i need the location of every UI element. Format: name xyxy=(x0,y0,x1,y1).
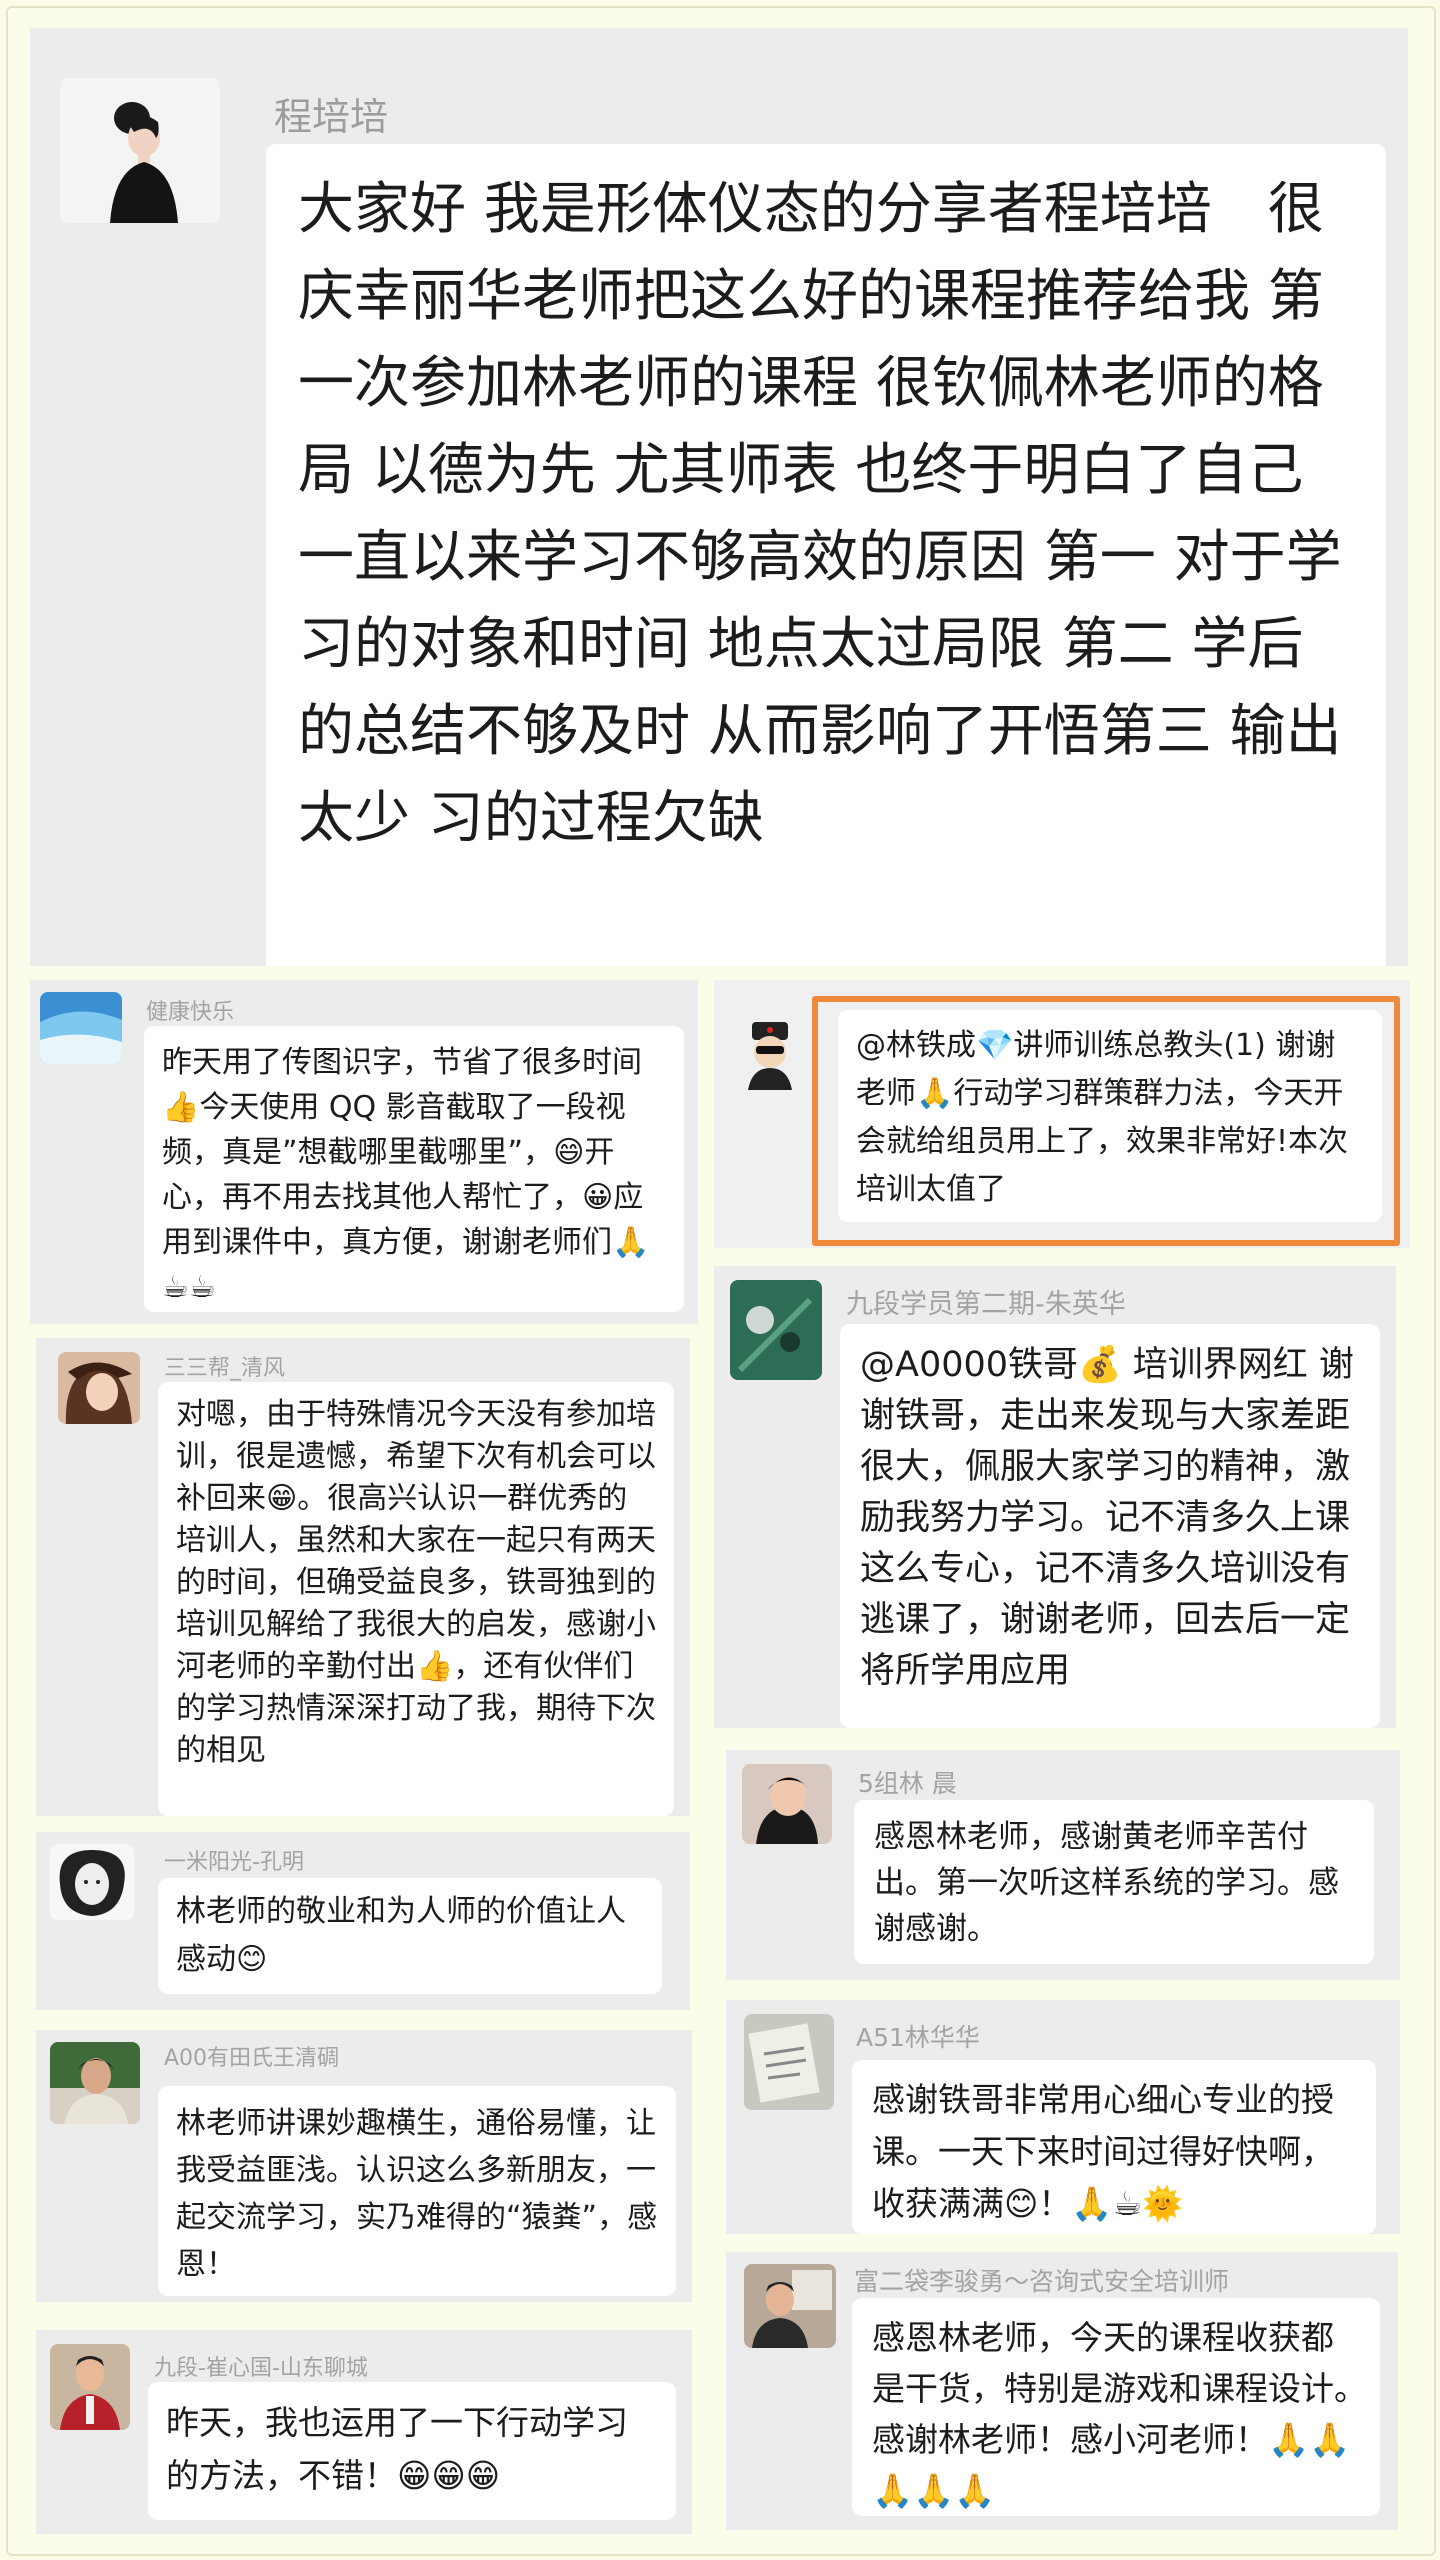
avatar[interactable] xyxy=(40,992,122,1064)
person-avatar-icon xyxy=(50,2344,130,2430)
message-bubble: 对嗯，由于特殊情况今天没有参加培训，很是遗憾，希望下次有机会可以补回来😁。很高兴… xyxy=(158,1382,674,1816)
landscape-avatar-icon xyxy=(40,992,122,1064)
avatar[interactable] xyxy=(50,2344,130,2430)
sender-name: 九段学员第二期-朱英华 xyxy=(846,1289,1126,1320)
message-text: 感恩林老师，感谢黄老师辛苦付出。第一次听这样系统的学习。感谢感谢。 xyxy=(874,1819,1339,1947)
chat-panel: 九段-崔心国-山东聊城 昨天，我也运用了一下行动学习的方法，不错！😁😁😁 xyxy=(36,2330,692,2534)
message-text: 大家好 我是形体仪态的分享者程培培 很庆幸丽华老师把这么好的课程推荐给我 第一次… xyxy=(298,177,1342,851)
sender-name: A51林华华 xyxy=(856,2023,980,2052)
avatar[interactable] xyxy=(50,2042,140,2124)
avatar[interactable] xyxy=(744,2264,836,2348)
avatar[interactable] xyxy=(744,2014,834,2110)
message-bubble: 大家好 我是形体仪态的分享者程培培 很庆幸丽华老师把这么好的课程推荐给我 第一次… xyxy=(266,144,1386,966)
message-bubble: 林老师的敬业和为人师的价值让人感动😊 xyxy=(158,1878,662,1994)
chat-panel: A51林华华 感谢铁哥非常用心细心专业的授课。一天下来时间过得好快啊，收获满满😊… xyxy=(726,2000,1400,2234)
message-bubble: 感恩林老师，今天的课程收获都是干货，特别是游戏和课程设计。 感谢林老师！感小河老… xyxy=(852,2298,1380,2516)
chat-panel: 富二袋李骏勇～咨询式安全培训师 感恩林老师，今天的课程收获都是干货，特别是游戏和… xyxy=(726,2252,1398,2530)
person-avatar-icon xyxy=(58,1352,140,1424)
avatar[interactable] xyxy=(730,1280,822,1380)
message-bubble: @A0000铁哥💰 培训界网红 谢谢铁哥，走出来发现与大家差距很大，佩服大家学习… xyxy=(840,1324,1380,1728)
top-chat-panel: 程培培 大家好 我是形体仪态的分享者程培培 很庆幸丽华老师把这么好的课程推荐给我… xyxy=(30,28,1408,966)
chat-panel: 九段学员第二期-朱英华 @A0000铁哥💰 培训界网红 谢谢铁哥，走出来发现与大… xyxy=(714,1266,1396,1728)
message-text: 昨天，我也运用了一下行动学习的方法，不错！😁😁😁 xyxy=(166,2403,628,2495)
person-avatar-icon xyxy=(742,1764,832,1844)
chat-panel: 三三帮_清风 对嗯，由于特殊情况今天没有参加培训，很是遗憾，希望下次有机会可以补… xyxy=(36,1338,690,1816)
sender-name: 一米阳光-孔明 xyxy=(164,1850,304,1875)
message-text: @A0000铁哥💰 培训界网红 谢谢铁哥，走出来发现与大家差距很大，佩服大家学习… xyxy=(860,1345,1354,1691)
chat-panel: A00有田氏王清碉 林老师讲课妙趣横生，通俗易懂，让我受益匪浅。认识这么多新朋友… xyxy=(36,2030,692,2302)
sender-name: 健康快乐 xyxy=(146,1000,235,1025)
cartoon-avatar-icon xyxy=(734,1012,806,1090)
avatar[interactable] xyxy=(50,1844,134,1920)
sender-name: 程培培 xyxy=(274,95,389,139)
person-avatar-icon xyxy=(744,2264,836,2348)
chat-panel: 健康快乐 昨天用了传图识字，节省了很多时间👍今天使用 QQ 影音截取了一段视频，… xyxy=(30,980,698,1324)
message-text: 林老师的敬业和为人师的价值让人感动😊 xyxy=(176,1894,626,1977)
document-avatar-icon xyxy=(744,2014,834,2110)
message-bubble: 感谢铁哥非常用心细心专业的授课。一天下来时间过得好快啊，收获满满😊！🙏☕🌞 xyxy=(852,2060,1376,2234)
message-text: 昨天用了传图识字，节省了很多时间👍今天使用 QQ 影音截取了一段视频，真是”想截… xyxy=(162,1045,650,1305)
message-text: 林老师讲课妙趣横生，通俗易懂，让我受益匪浅。认识这么多新朋友，一起交流学习，实乃… xyxy=(176,2106,658,2282)
sender-name: 5组林 晨 xyxy=(858,1769,957,1798)
person-avatar-icon xyxy=(50,1844,134,1920)
sender-name: 九段-崔心国-山东聊城 xyxy=(154,2356,368,2381)
chat-panel: 一米阳光-孔明 林老师的敬业和为人师的价值让人感动😊 xyxy=(36,1832,690,2010)
avatar[interactable] xyxy=(58,1352,140,1424)
message-text: 感恩林老师，今天的课程收获都是干货，特别是游戏和课程设计。 感谢林老师！感小河老… xyxy=(872,2318,1380,2510)
avatar[interactable] xyxy=(742,1764,832,1844)
sender-name: 三三帮_清风 xyxy=(164,1356,286,1381)
message-bubble: 昨天，我也运用了一下行动学习的方法，不错！😁😁😁 xyxy=(148,2382,676,2520)
chat-panel: 5组林 晨 感恩林老师，感谢黄老师辛苦付出。第一次听这样系统的学习。感谢感谢。 xyxy=(726,1750,1400,1980)
avatar[interactable] xyxy=(734,1012,806,1090)
message-bubble: 林老师讲课妙趣横生，通俗易懂，让我受益匪浅。认识这么多新朋友，一起交流学习，实乃… xyxy=(158,2086,676,2296)
message-bubble: 昨天用了传图识字，节省了很多时间👍今天使用 QQ 影音截取了一段视频，真是”想截… xyxy=(144,1026,684,1312)
message-text: 对嗯，由于特殊情况今天没有参加培训，很是遗憾，希望下次有机会可以补回来😁。很高兴… xyxy=(176,1397,656,1768)
avatar[interactable] xyxy=(60,78,220,223)
person-avatar-icon xyxy=(50,2042,140,2124)
photo-avatar-icon xyxy=(730,1280,822,1380)
message-bubble: 感恩林老师，感谢黄老师辛苦付出。第一次听这样系统的学习。感谢感谢。 xyxy=(854,1800,1374,1964)
sender-name: A00有田氏王清碉 xyxy=(164,2046,340,2071)
message-text: 感谢铁哥非常用心细心专业的授课。一天下来时间过得好快啊，收获满满😊！🙏☕🌞 xyxy=(872,2080,1334,2223)
highlight-box xyxy=(812,996,1400,1246)
person-avatar-icon xyxy=(60,78,220,223)
sender-name: 富二袋李骏勇～咨询式安全培训师 xyxy=(854,2267,1230,2296)
